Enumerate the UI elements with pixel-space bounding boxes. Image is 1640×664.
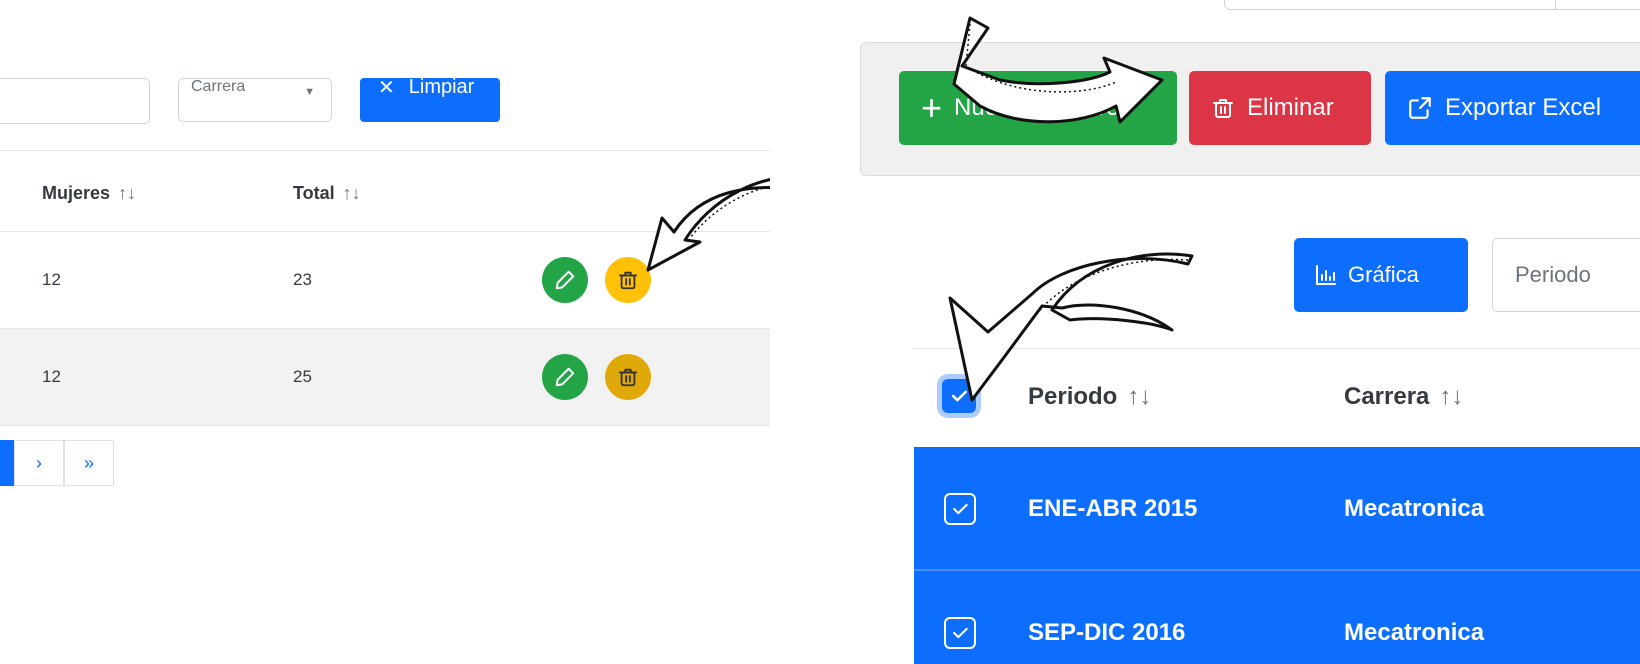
chart-button[interactable]: Gráfica <box>1294 238 1468 312</box>
period-filter-input[interactable]: Periodo <box>1492 238 1640 312</box>
table-row: 12 23 <box>0 232 770 329</box>
cell-mujeres: 12 <box>42 367 61 386</box>
next-page-button[interactable]: › <box>14 440 64 486</box>
period-placeholder: Periodo <box>1515 262 1591 287</box>
export-excel-button[interactable]: Exportar Excel <box>1385 71 1640 145</box>
column-header-mujeres[interactable]: Mujeres ↑↓ <box>42 183 136 204</box>
chevron-down-icon: ▼ <box>304 86 315 98</box>
trash-icon <box>618 368 638 387</box>
clear-label: Limpiar <box>408 75 475 98</box>
cell-carrera: Mecatronica <box>1344 495 1485 522</box>
pencil-icon <box>555 367 575 387</box>
check-icon <box>951 390 967 402</box>
search-input[interactable] <box>0 78 150 124</box>
table-row[interactable]: ENE-ABR 2015 Mecatronica <box>914 447 1640 571</box>
check-icon <box>953 627 968 639</box>
export-label: Exportar Excel <box>1445 94 1602 121</box>
table-header: Periodo ↑↓ Carrera ↑↓ <box>914 348 1640 447</box>
carrera-dropdown[interactable]: Carrera ▼ <box>178 78 332 122</box>
trash-icon <box>618 271 638 290</box>
toolbar: + Nuevo Registro Eliminar Exportar Excel <box>860 42 1640 176</box>
delete-button[interactable] <box>605 354 651 400</box>
cell-total: 23 <box>293 270 312 289</box>
column-header-periodo[interactable]: Periodo ↑↓ <box>1028 383 1151 411</box>
bar-chart-icon <box>1316 265 1336 285</box>
row-checkbox[interactable] <box>944 617 976 649</box>
new-record-label: Nuevo Registro <box>954 94 1120 121</box>
selection-table: Periodo ↑↓ Carrera ↑↓ ENE-ABR 2015 Mecatro… <box>914 348 1640 664</box>
edit-button[interactable] <box>542 257 588 303</box>
column-header-carrera[interactable]: Carrera ↑↓ <box>1344 383 1463 411</box>
pencil-icon <box>555 270 575 290</box>
edit-button[interactable] <box>542 354 588 400</box>
delete-button[interactable] <box>605 257 651 303</box>
table-row: 12 25 <box>0 329 770 426</box>
left-panel: Carrera ▼ ✕ Limpiar Mujeres ↑↓ Total ↑↓ 12… <box>0 0 770 664</box>
clear-button[interactable]: ✕ Limpiar <box>360 75 500 122</box>
table-header: Mujeres ↑↓ Total ↑↓ <box>0 150 770 232</box>
external-link-icon <box>1409 97 1431 119</box>
delete-selected-button[interactable]: Eliminar <box>1189 71 1371 145</box>
sort-icon: ↑↓ <box>342 183 361 203</box>
sort-icon: ↑↓ <box>1439 383 1464 410</box>
sort-icon: ↑↓ <box>1127 383 1152 410</box>
check-icon <box>953 503 968 515</box>
top-search-input[interactable] <box>1224 0 1640 10</box>
trash-icon <box>1213 99 1233 118</box>
records-table: Mujeres ↑↓ Total ↑↓ 12 23 12 25 <box>0 150 770 426</box>
new-record-button[interactable]: + Nuevo Registro <box>899 71 1177 145</box>
cell-total: 25 <box>293 367 312 386</box>
cell-periodo: ENE-ABR 2015 <box>1028 495 1198 522</box>
right-panel: + Nuevo Registro Eliminar Exportar Excel… <box>860 0 1640 664</box>
chart-label: Gráfica <box>1348 262 1419 287</box>
close-icon: ✕ <box>378 76 395 99</box>
cell-mujeres: 12 <box>42 270 61 289</box>
cell-periodo: SEP-DIC 2016 <box>1028 619 1186 646</box>
plus-icon: + <box>921 87 943 128</box>
cell-carrera: Mecatronica <box>1344 619 1485 646</box>
sort-icon: ↑↓ <box>118 183 137 203</box>
column-header-total[interactable]: Total ↑↓ <box>293 183 361 204</box>
dropdown-label: Carrera <box>191 78 246 95</box>
table-row[interactable]: SEP-DIC 2016 Mecatronica <box>914 571 1640 664</box>
last-page-button[interactable]: » <box>64 440 114 486</box>
delete-label: Eliminar <box>1247 94 1334 121</box>
page-current[interactable] <box>0 440 14 486</box>
row-checkbox[interactable] <box>944 493 976 525</box>
pagination: › » <box>0 440 114 486</box>
select-all-checkbox[interactable] <box>942 379 976 413</box>
